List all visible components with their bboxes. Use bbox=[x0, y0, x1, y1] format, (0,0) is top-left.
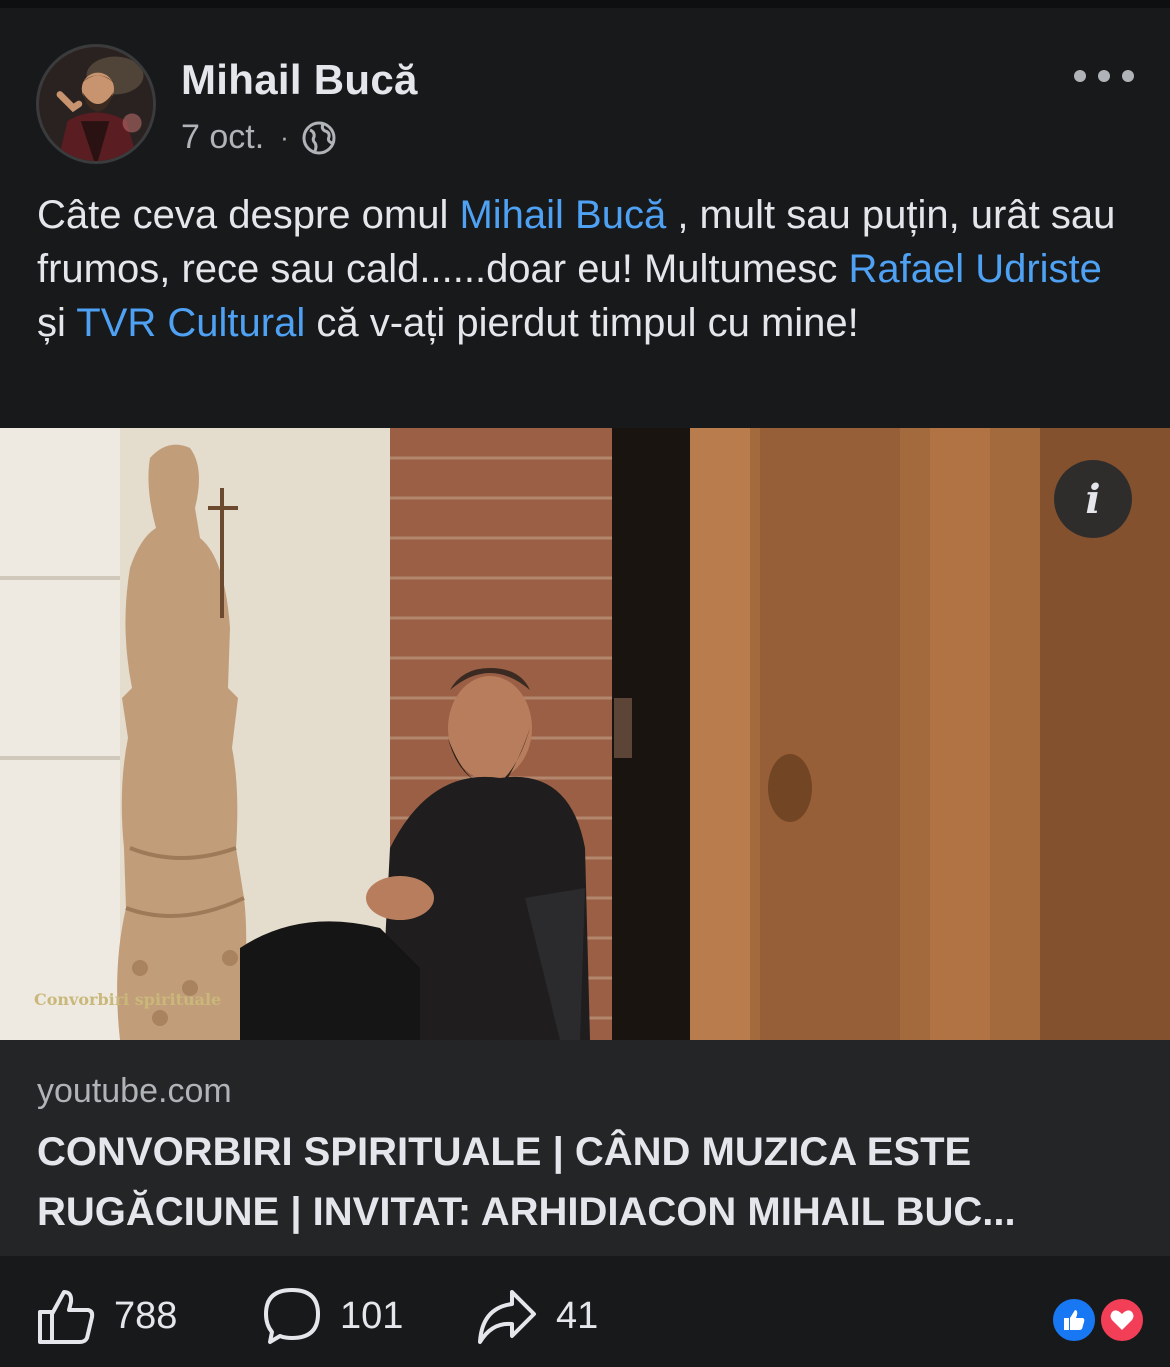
top-strip bbox=[0, 0, 1170, 8]
more-options-button[interactable] bbox=[1074, 64, 1134, 88]
comment-icon bbox=[264, 1288, 320, 1344]
link-preview-card[interactable]: youtube.com CONVORBIRI SPIRITUALE | CÂND… bbox=[0, 1040, 1170, 1256]
mention-tvr-cultural[interactable]: TVR Cultural bbox=[76, 301, 305, 345]
comment-button[interactable]: 101 bbox=[262, 1286, 403, 1346]
share-button[interactable]: 41 bbox=[476, 1286, 598, 1346]
post-text-part: și bbox=[37, 301, 77, 345]
info-button[interactable]: i bbox=[1054, 460, 1132, 538]
author-avatar[interactable] bbox=[36, 44, 156, 164]
like-count: 788 bbox=[114, 1294, 178, 1337]
info-icon: i bbox=[1085, 475, 1101, 523]
like-reaction-icon bbox=[1050, 1296, 1098, 1344]
thumbs-up-icon bbox=[38, 1290, 95, 1344]
video-watermark: Convorbiri spirituale bbox=[34, 990, 222, 1009]
link-domain: youtube.com bbox=[37, 1072, 232, 1110]
link-title: CONVORBIRI SPIRITUALE | CÂND MUZICA ESTE… bbox=[37, 1130, 1016, 1234]
post-text-part: că v-ați pierdut timpul cu mine! bbox=[305, 301, 859, 345]
like-button[interactable]: 788 bbox=[36, 1286, 177, 1346]
post-text-part: Câte ceva despre omul bbox=[37, 193, 460, 237]
share-icon bbox=[478, 1290, 536, 1344]
love-reaction-icon bbox=[1098, 1296, 1146, 1344]
globe-icon[interactable] bbox=[301, 120, 337, 156]
post-header: Mihail Bucă 7 oct. · bbox=[0, 8, 1170, 164]
mention-rafael-udriste[interactable]: Rafael Udriste bbox=[848, 247, 1101, 291]
post-text: Câte ceva despre omul Mihail Bucă , mult… bbox=[37, 188, 1137, 350]
reactions-summary[interactable] bbox=[1050, 1296, 1150, 1344]
post-meta: 7 oct. · bbox=[181, 118, 337, 157]
more-horizontal-icon bbox=[1074, 70, 1086, 82]
share-count: 41 bbox=[556, 1294, 599, 1337]
video-thumbnail[interactable]: i Convorbiri spirituale bbox=[0, 428, 1170, 1040]
author-name[interactable]: Mihail Bucă bbox=[181, 56, 418, 104]
mention-mihail-buca[interactable]: Mihail Bucă bbox=[459, 193, 666, 237]
post-date[interactable]: 7 oct. bbox=[181, 118, 264, 157]
comment-count: 101 bbox=[340, 1294, 404, 1337]
meta-separator: · bbox=[280, 122, 289, 152]
action-bar: 788 101 41 bbox=[0, 1256, 1170, 1367]
